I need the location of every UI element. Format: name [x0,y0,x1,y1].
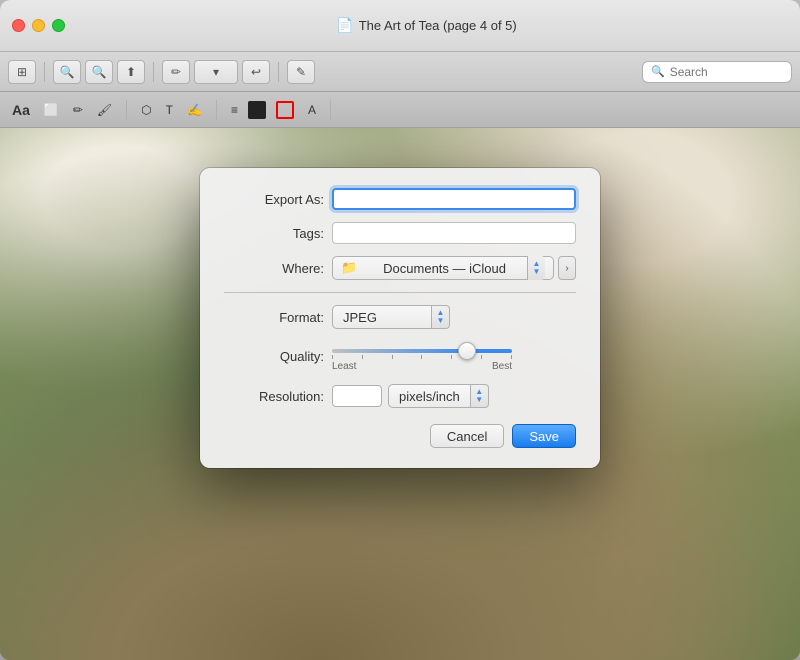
sign-tool-button[interactable]: ✍ [183,101,206,119]
where-select[interactable]: 📁 Documents — iCloud ▲ ▼ [332,256,554,280]
cancel-button[interactable]: Cancel [430,424,504,448]
modal-separator [224,292,576,293]
align-button[interactable]: ≡ [227,101,242,119]
maximize-button[interactable] [52,19,65,32]
tick-6 [481,355,482,359]
format-select[interactable]: JPEG [332,305,432,329]
quality-thumb[interactable] [458,342,476,360]
zoom-out-button[interactable]: 🔍 [53,60,81,84]
export-modal: Export As: Tags: Where: 📁 Documents — iC… [200,168,600,468]
tick-7 [511,355,512,359]
folder-icon: 📁 [341,260,357,276]
markup-button[interactable]: ✎ [287,60,315,84]
text-tool-button[interactable]: T [162,101,177,119]
where-arrows[interactable]: ▲ ▼ [527,256,545,280]
toolbar-separator-3 [278,62,279,82]
quality-label: Quality: [224,341,324,364]
traffic-lights [12,19,65,32]
search-input[interactable] [670,65,783,79]
toolbar-separator-1 [44,62,45,82]
pen-tool-button[interactable]: ✏ [69,101,87,119]
tags-row: Tags: [224,222,576,244]
where-arrow-down: ▼ [533,268,541,276]
minimize-button[interactable] [32,19,45,32]
tick-2 [362,355,363,359]
formatbar-separator-1 [126,100,127,120]
where-row: Where: 📁 Documents — iCloud ▲ ▼ › [224,256,576,280]
font-size-button[interactable]: Aa [8,100,34,120]
where-expand-button[interactable]: › [558,256,576,280]
format-label: Format: [224,310,324,325]
toolbar-separator-2 [153,62,154,82]
where-container: 📁 Documents — iCloud ▲ ▼ › [332,256,576,280]
search-icon: 🔍 [651,65,665,78]
tick-4 [421,355,422,359]
window-title: 📄 The Art of Tea (page 4 of 5) [65,17,788,34]
titlebar: 📄 The Art of Tea (page 4 of 5) [0,0,800,52]
pixels-arrows[interactable]: ▲ ▼ [471,384,489,408]
sidebar-toggle-button[interactable]: ⊞ [8,60,36,84]
close-button[interactable] [12,19,25,32]
pixels-arrow-down: ▼ [475,396,483,404]
main-content: Export As: Tags: Where: 📁 Documents — iC… [0,128,800,660]
format-arrow-down: ▼ [437,317,445,325]
quality-labels: Least Best [332,361,512,372]
modal-overlay: Export As: Tags: Where: 📁 Documents — iC… [0,128,800,660]
quality-least-label: Least [332,361,356,372]
formatbar-separator-2 [216,100,217,120]
tick-5 [451,355,452,359]
font-color-button[interactable]: A [304,101,320,119]
format-value: JPEG [343,310,377,325]
pixels-select-wrapper: pixels/inch ▲ ▼ [388,384,489,408]
share-button[interactable]: ⬆ [117,60,145,84]
quality-container: Least Best [332,341,512,372]
quality-best-label: Best [492,361,512,372]
document-icon: 📄 [336,17,353,34]
quality-ticks [332,355,512,359]
annotate-dropdown-button[interactable]: ▾ [194,60,238,84]
modal-buttons: Cancel Save [224,424,576,448]
formatbar-separator-3 [330,100,331,120]
pixels-display[interactable]: pixels/inch [388,384,471,408]
where-value: Documents — iCloud [383,261,506,276]
resolution-row: Resolution: 150 pixels/inch ▲ ▼ [224,384,576,408]
export-as-input[interactable] [332,188,576,210]
pixels-value: pixels/inch [399,389,460,404]
quality-track [332,349,512,353]
brush-tool-button[interactable]: 🖌 [93,101,116,119]
format-arrows[interactable]: ▲ ▼ [432,305,450,329]
tick-1 [332,355,333,359]
format-select-wrapper: JPEG ▲ ▼ [332,305,450,329]
where-label: Where: [224,261,324,276]
save-button[interactable]: Save [512,424,576,448]
quality-row: Quality: [224,341,576,372]
search-box[interactable]: 🔍 [642,61,792,83]
text-box-button[interactable]: ⬜ [40,101,63,119]
format-row: Format: JPEG ▲ ▼ [224,305,576,329]
color-fill-button[interactable] [248,101,266,119]
tags-input[interactable] [332,222,576,244]
tags-label: Tags: [224,226,324,241]
resolution-label: Resolution: [224,389,324,404]
toolbar: ⊞ 🔍 🔍 ⬆ ✏ ▾ ↩ ✎ 🔍 [0,52,800,92]
shape-tool-button[interactable]: ⬡ [137,101,155,119]
border-button[interactable] [272,99,298,121]
zoom-in-button[interactable]: 🔍 [85,60,113,84]
rotate-button[interactable]: ↩ [242,60,270,84]
export-as-label: Export As: [224,192,324,207]
format-bar: Aa ⬜ ✏ 🖌 ⬡ T ✍ ≡ A [0,92,800,128]
export-as-row: Export As: [224,188,576,210]
tick-3 [392,355,393,359]
annotate-button[interactable]: ✏ [162,60,190,84]
resolution-input[interactable]: 150 [332,385,382,407]
